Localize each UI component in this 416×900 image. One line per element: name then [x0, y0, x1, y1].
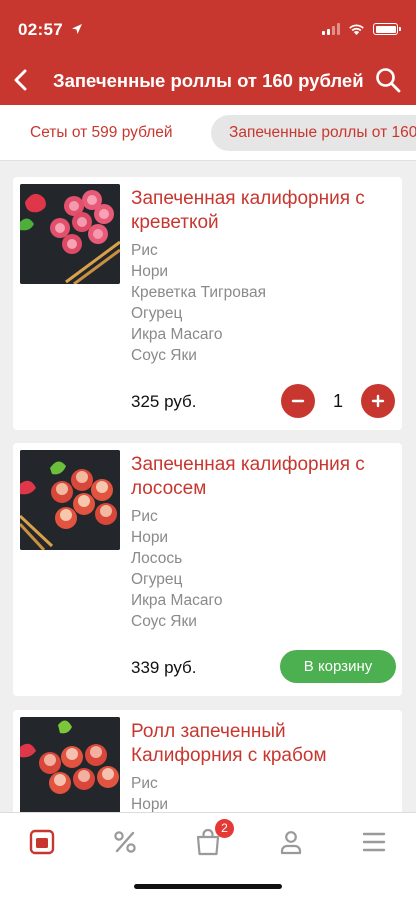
- add-to-cart-button[interactable]: В корзину: [280, 650, 396, 683]
- tab-sets[interactable]: Сеты от 599 рублей: [12, 115, 191, 151]
- product-card[interactable]: Запеченная калифорния с креветкой Рис Но…: [13, 177, 402, 430]
- tab-promotions[interactable]: [107, 825, 143, 859]
- product-name[interactable]: Ролл запеченный Калифорния с крабом: [131, 720, 393, 768]
- ingredient: Рис: [131, 242, 158, 259]
- page-title: Запеченные роллы от 160 рублей: [53, 70, 364, 91]
- product-card[interactable]: Запеченная калифорния с лососем Рис Нори…: [13, 443, 402, 696]
- search-icon: [376, 68, 401, 93]
- tab-profile[interactable]: [273, 825, 309, 859]
- increase-quantity-button[interactable]: [361, 384, 395, 418]
- hamburger-menu-icon: [362, 832, 386, 852]
- tab-menu[interactable]: [24, 825, 60, 859]
- decrease-quantity-button[interactable]: [281, 384, 315, 418]
- product-image: [20, 184, 120, 284]
- ingredient: Огурец: [131, 571, 183, 588]
- search-button[interactable]: [374, 66, 402, 94]
- product-image: [20, 717, 120, 812]
- status-icons: [322, 23, 401, 35]
- tab-cart[interactable]: 2: [190, 819, 234, 859]
- ingredient: Рис: [131, 508, 158, 525]
- product-image: [20, 450, 120, 550]
- ingredient: Нори: [131, 529, 169, 546]
- tab-baked-rolls[interactable]: Запеченные роллы от 160 рублей: [211, 115, 416, 151]
- quantity-value: 1: [332, 391, 343, 411]
- percent-icon: [114, 831, 136, 853]
- product-list: Запеченная калифорния с креветкой Рис Но…: [0, 162, 416, 812]
- chevron-left-icon: [14, 69, 27, 91]
- tab-more[interactable]: [356, 825, 392, 859]
- ingredient: Креветка Тигровая: [131, 284, 266, 301]
- location-arrow-icon: [72, 24, 83, 34]
- product-card[interactable]: Ролл запеченный Калифорния с крабом Рис …: [13, 710, 402, 812]
- ingredient: Икра Масаго: [131, 326, 223, 343]
- menu-home-icon: [29, 829, 55, 855]
- status-time-text: 02:57: [18, 20, 63, 39]
- ingredient: Нори: [131, 796, 169, 812]
- ingredient: Соус Яки: [131, 613, 197, 630]
- category-tabs: Сеты от 599 рублей Запеченные роллы от 1…: [0, 105, 416, 161]
- user-icon: [280, 831, 302, 855]
- product-name[interactable]: Запеченная калифорния с лососем: [131, 453, 393, 501]
- ingredient: Огурец: [131, 305, 183, 322]
- back-button[interactable]: [6, 64, 34, 96]
- product-price: 325 руб.: [131, 392, 197, 411]
- ingredient: Нори: [131, 263, 169, 280]
- cart-count-badge: 2: [215, 819, 234, 838]
- battery-icon: [373, 23, 401, 35]
- minus-icon: [291, 399, 305, 403]
- ingredient: Соус Яки: [131, 347, 197, 364]
- product-price: 339 руб.: [131, 658, 197, 677]
- app-header: 02:57 Запеченные роллы от 160 рублей: [0, 0, 416, 105]
- wifi-icon: [349, 24, 364, 35]
- status-bar: 02:57: [0, 20, 416, 44]
- ingredient: Икра Масаго: [131, 592, 223, 609]
- product-name[interactable]: Запеченная калифорния с креветкой: [131, 187, 393, 235]
- status-time: 02:57: [18, 20, 83, 40]
- cellular-signal-icon: [322, 23, 340, 35]
- ingredient: Лосось: [131, 550, 183, 567]
- ingredient: Рис: [131, 775, 158, 792]
- plus-icon: [371, 394, 385, 408]
- home-indicator[interactable]: [134, 884, 282, 889]
